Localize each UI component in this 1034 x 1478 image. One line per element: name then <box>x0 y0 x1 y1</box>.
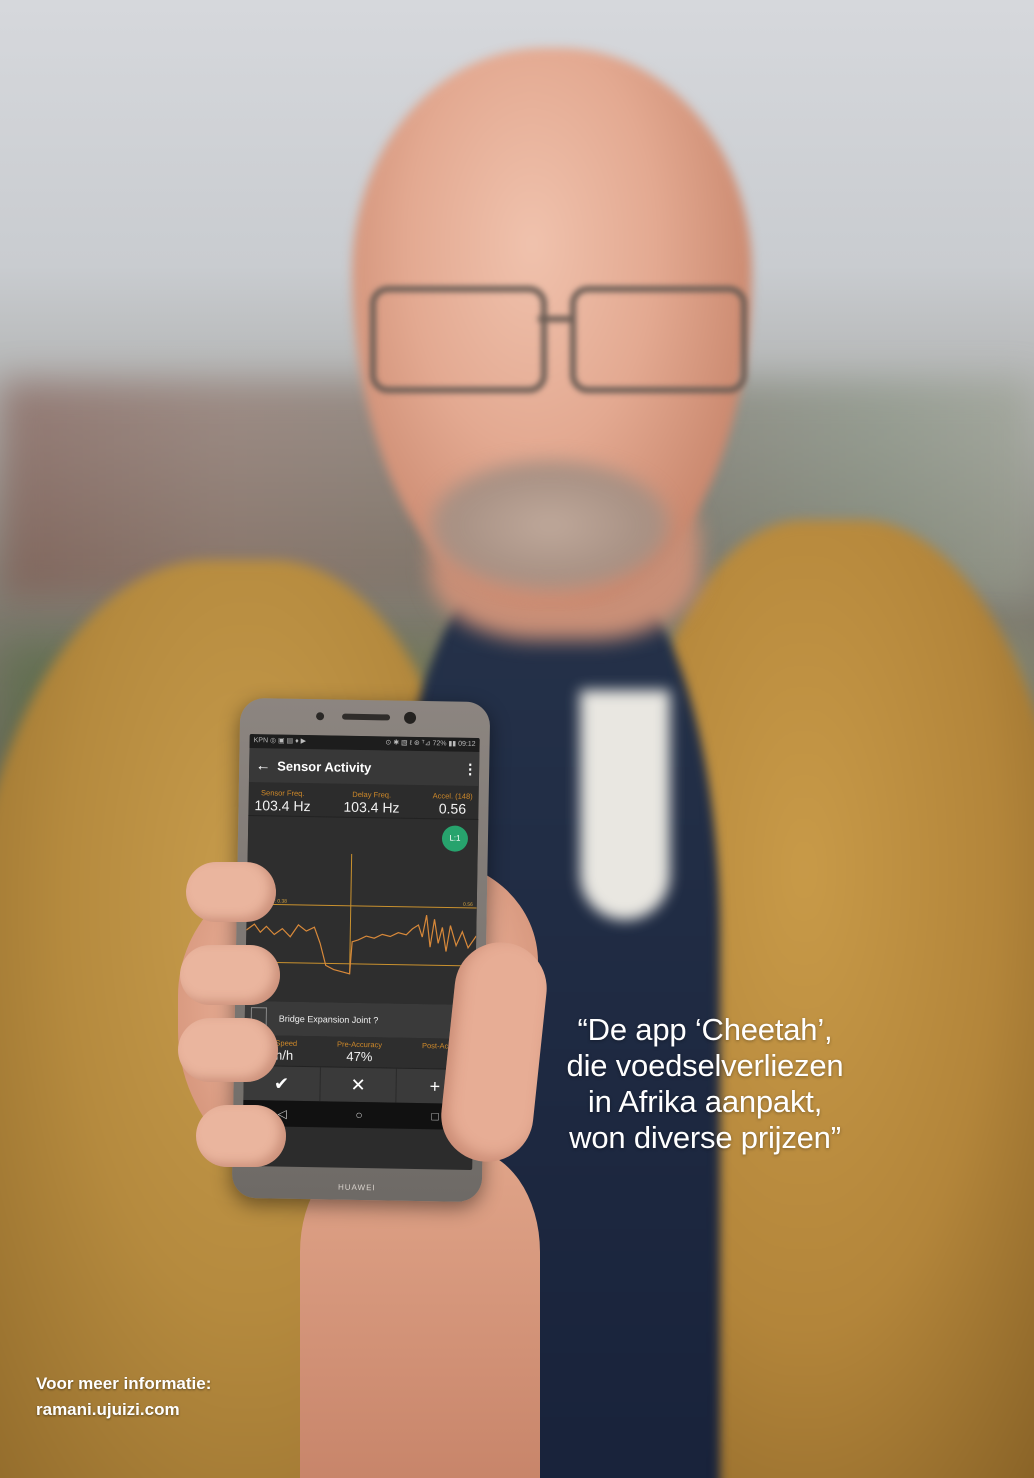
finger <box>196 1105 286 1167</box>
upper-threshold-line <box>246 903 477 909</box>
metric-label: Pre-Accuracy <box>336 1039 383 1050</box>
info-url[interactable]: ramani.ujuizi.com <box>36 1397 211 1423</box>
metric-pre-accuracy: Pre-Accuracy 47% <box>337 1040 382 1065</box>
pull-quote: “De app ‘Cheetah’, die voedselverliezen … <box>540 1012 870 1156</box>
front-camera <box>403 711 417 724</box>
action-bar: ✔ ✕ + <box>243 1064 474 1104</box>
stat-value: 0.56 <box>438 800 467 817</box>
phone-brand: HUAWEI <box>337 1182 376 1193</box>
photo-background: KPN ◎ ▣ ▤ ♦ ▶ ⊙ ✱ ▧ ℓ ⊛ ᵀ⊿ 72% ▮▮ 09:12 … <box>0 0 1034 1478</box>
level-badge[interactable]: L:1 <box>441 825 469 852</box>
sensor-stats: Sensor Freq. 103.4 Hz Delay Freq. 103.4 … <box>248 782 479 819</box>
question-text: Bridge Expansion Joint ? <box>278 1013 379 1026</box>
phone-top-bezel <box>240 698 491 738</box>
white-tshirt <box>580 690 670 920</box>
nav-recents-icon[interactable]: □ <box>431 1103 439 1129</box>
nav-home-icon[interactable]: ○ <box>355 1102 363 1128</box>
signal-plot <box>245 853 477 975</box>
sensor-dot <box>316 712 325 721</box>
more-info: Voor meer informatie: ramani.ujuizi.com <box>36 1371 211 1423</box>
stat-sensor-freq: Sensor Freq. 103.4 Hz <box>254 788 310 814</box>
quote-line: “De app ‘Cheetah’, <box>577 1012 833 1047</box>
stat-delay-freq: Delay Freq. 103.4 Hz <box>343 790 399 816</box>
status-left: KPN ◎ ▣ ▤ ♦ ▶ <box>253 737 307 746</box>
quote-line: won diverse prijzen” <box>569 1120 841 1155</box>
stat-value: 103.4 Hz <box>254 797 311 815</box>
stat-value: 103.4 Hz <box>343 798 400 816</box>
sensor-graph: L:1 Threshold : 0.38 0.56 <box>245 815 479 1005</box>
status-right: ⊙ ✱ ▧ ℓ ⊛ ᵀ⊿ 72% ▮▮ 09:12 <box>385 739 476 748</box>
earpiece <box>342 713 391 721</box>
overflow-menu-icon[interactable]: ⋮ <box>461 760 479 777</box>
glasses <box>370 286 750 396</box>
info-label: Voor meer informatie: <box>36 1374 212 1393</box>
reject-icon[interactable]: ✕ <box>320 1067 398 1103</box>
app-title: Sensor Activity <box>277 758 372 775</box>
question-row: Bridge Expansion Joint ? <box>244 1000 476 1039</box>
finger <box>186 862 276 922</box>
signal-trace <box>245 915 477 975</box>
finger <box>178 1018 278 1082</box>
beard <box>430 460 670 590</box>
finger <box>180 945 280 1005</box>
accuracy-metrics: Current Speed 1 Km/h Pre-Accuracy 47% Po… <box>243 1034 475 1069</box>
lower-threshold-line <box>245 961 476 967</box>
stat-accel: Accel. (148) 0.56 <box>432 791 473 817</box>
quote-line: in Afrika aanpakt, <box>587 1084 823 1119</box>
back-arrow-icon[interactable]: ← <box>249 757 277 774</box>
app-bar: ← Sensor Activity ⋮ <box>248 748 480 787</box>
quote-line: die voedselverliezen <box>566 1048 844 1083</box>
metric-value: 47% <box>346 1048 373 1065</box>
